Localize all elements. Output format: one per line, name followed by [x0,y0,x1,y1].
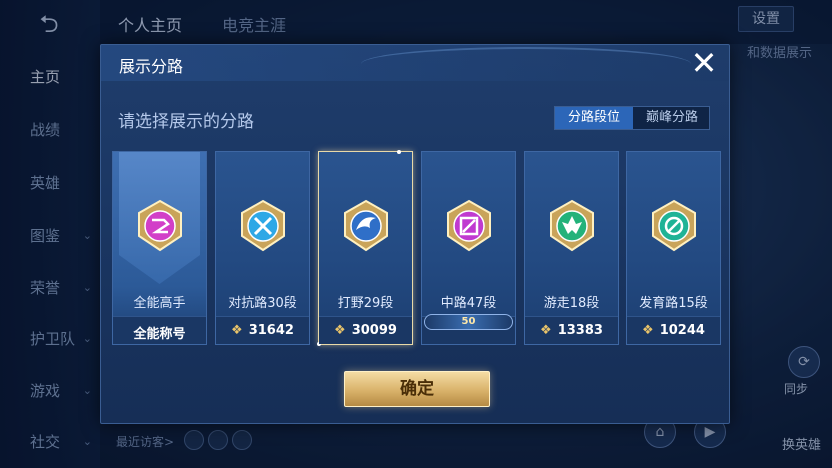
lane-score: ❖ 13383 [525,323,618,338]
lane-card-clash[interactable]: 对抗路30段 ❖ 31642 [215,151,310,345]
title-label: 全能称号 [133,327,186,342]
lane-card-roam[interactable]: 游走18段 ❖ 13383 [524,151,619,345]
score-value: 30099 [351,323,397,338]
lane-score: ❖ 30099 [319,323,412,338]
lane-score: ❖ 31642 [216,323,309,338]
lane-display-dialog: 展示分路 请选择展示的分路 分路段位 巅峰分路 全能高手 全能称号 对抗路30段… [100,44,730,424]
dialog-title: 展示分路 [119,57,184,76]
corner-dot [397,150,401,154]
farm-lane-emblem-icon [652,199,696,252]
rank-badge: 50 [424,314,513,330]
lane-mode-toggle: 分路段位 巅峰分路 [554,106,710,130]
lane-name: 对抗路30段 [228,296,297,311]
dialog-title-bar: 展示分路 [101,45,729,81]
score-value: 10244 [659,323,705,338]
lane-name: 全能高手 [133,296,186,311]
score-value: 31642 [248,323,294,338]
points-icon: ❖ [231,323,243,338]
lane-name: 发育路15段 [639,296,708,311]
decor-swirl [361,47,691,81]
points-icon: ❖ [334,323,346,338]
jungle-lane-emblem-icon [344,199,388,252]
score-value: 13383 [557,323,603,338]
clash-lane-emblem-icon [241,199,285,252]
roam-lane-emblem-icon [550,199,594,252]
lane-card-farm[interactable]: 发育路15段 ❖ 10244 [626,151,721,345]
lane-score: ❖ 10244 [627,323,720,338]
tab-peak-lane[interactable]: 巅峰分路 [633,107,711,129]
points-icon: ❖ [540,323,552,338]
confirm-button[interactable]: 确定 [344,371,490,407]
mid-lane-emblem-icon [447,199,491,252]
rank-badge-value: 50 [461,316,476,327]
lane-card-jungle[interactable]: 打野29段 ❖ 30099 [317,150,413,346]
lane-card-mid[interactable]: 中路47段 50 [421,151,516,345]
dialog-prompt: 请选择展示的分路 [118,112,254,132]
tab-lane-rank[interactable]: 分路段位 [555,107,633,129]
all-round-emblem-icon [138,199,182,252]
close-icon[interactable]: ✕ [686,46,722,82]
lane-name: 游走18段 [543,296,600,311]
lane-name: 中路47段 [440,296,497,311]
lane-name: 打野29段 [337,296,394,311]
points-icon: ❖ [642,323,654,338]
lane-card-all-round[interactable]: 全能高手 全能称号 [112,151,207,345]
